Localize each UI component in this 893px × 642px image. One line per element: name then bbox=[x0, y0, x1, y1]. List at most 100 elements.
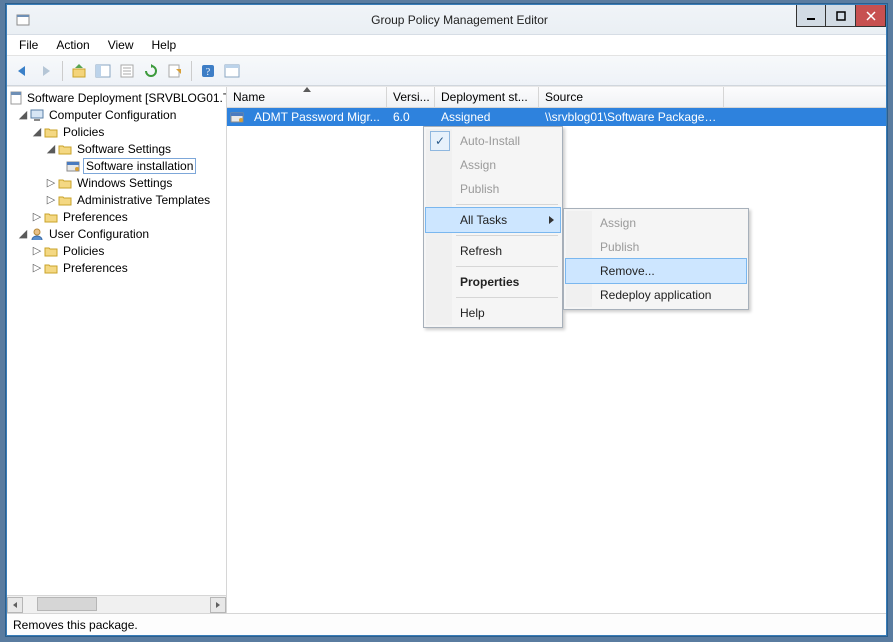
tree[interactable]: Software Deployment [SRVBLOG01.T ◢ Compu… bbox=[7, 87, 226, 595]
column-deployment[interactable]: Deployment st... bbox=[435, 87, 539, 107]
menu-file[interactable]: File bbox=[11, 36, 46, 54]
collapse-icon[interactable]: ◢ bbox=[31, 125, 43, 138]
cell-name: ADMT Password Migr... bbox=[248, 110, 387, 124]
folder-icon bbox=[57, 141, 73, 157]
check-icon: ✓ bbox=[430, 131, 450, 151]
tree-node-software-installation[interactable]: Software installation bbox=[7, 157, 226, 174]
menu-item-label: Auto-Install bbox=[460, 134, 520, 148]
menu-separator bbox=[456, 297, 558, 298]
menu-item-all-tasks[interactable]: All Tasks bbox=[426, 208, 560, 232]
scroll-track[interactable] bbox=[23, 597, 210, 613]
collapse-icon[interactable]: ◢ bbox=[17, 108, 29, 121]
menu-item-assign[interactable]: Assign bbox=[426, 153, 560, 177]
app-icon bbox=[13, 10, 33, 30]
scroll-right-button[interactable] bbox=[210, 597, 226, 613]
folder-icon bbox=[43, 243, 59, 259]
forward-button[interactable] bbox=[35, 60, 57, 82]
maximize-button[interactable] bbox=[826, 5, 856, 27]
scroll-thumb[interactable] bbox=[37, 597, 97, 611]
menu-item-label: Publish bbox=[600, 240, 639, 254]
window-title: Group Policy Management Editor bbox=[33, 13, 886, 27]
expand-icon[interactable]: ▷ bbox=[31, 261, 43, 274]
list-row[interactable]: ADMT Password Migr... 6.0 Assigned \\srv… bbox=[227, 108, 886, 126]
menu-item-help[interactable]: Help bbox=[426, 301, 560, 325]
document-icon bbox=[9, 90, 23, 106]
collapse-icon[interactable]: ◢ bbox=[17, 227, 29, 240]
folder-icon bbox=[43, 260, 59, 276]
tree-node-preferences[interactable]: ▷ Preferences bbox=[7, 208, 226, 225]
installer-icon bbox=[65, 158, 81, 174]
back-button[interactable] bbox=[11, 60, 33, 82]
column-label: Name bbox=[233, 90, 265, 104]
column-spacer bbox=[724, 87, 886, 107]
minimize-button[interactable] bbox=[796, 5, 826, 27]
folder-icon bbox=[57, 175, 73, 191]
toolbar: ? bbox=[7, 56, 886, 86]
list-body[interactable]: ADMT Password Migr... 6.0 Assigned \\srv… bbox=[227, 108, 886, 613]
tree-node-admin-templates[interactable]: ▷ Administrative Templates bbox=[7, 191, 226, 208]
submenu-arrow-icon bbox=[549, 216, 554, 224]
expand-icon[interactable]: ▷ bbox=[45, 176, 57, 189]
properties-button[interactable] bbox=[221, 60, 243, 82]
status-text: Removes this package. bbox=[13, 618, 138, 632]
tree-node-windows-settings[interactable]: ▷ Windows Settings bbox=[7, 174, 226, 191]
menu-item-remove[interactable]: Remove... bbox=[566, 259, 746, 283]
tree-horizontal-scrollbar[interactable] bbox=[7, 595, 226, 613]
menu-item-label: Assign bbox=[600, 216, 636, 230]
collapse-icon[interactable]: ◢ bbox=[45, 142, 57, 155]
tree-root[interactable]: Software Deployment [SRVBLOG01.T bbox=[7, 89, 226, 106]
folder-icon bbox=[43, 124, 59, 140]
close-button[interactable] bbox=[856, 5, 886, 27]
column-label: Deployment st... bbox=[441, 90, 528, 104]
menu-item-publish[interactable]: Publish bbox=[566, 235, 746, 259]
column-label: Source bbox=[545, 90, 583, 104]
titlebar: Group Policy Management Editor bbox=[7, 5, 886, 35]
menu-item-redeploy[interactable]: Redeploy application bbox=[566, 283, 746, 307]
export-button[interactable] bbox=[164, 60, 186, 82]
menu-item-label: Redeploy application bbox=[600, 288, 711, 302]
window-buttons bbox=[796, 5, 886, 27]
tree-label: Windows Settings bbox=[75, 176, 174, 190]
column-label: Versi... bbox=[393, 90, 430, 104]
menu-item-label: All Tasks bbox=[460, 213, 507, 227]
column-source[interactable]: Source bbox=[539, 87, 724, 107]
tree-node-preferences[interactable]: ▷ Preferences bbox=[7, 259, 226, 276]
tree-label: Software Deployment [SRVBLOG01.T bbox=[25, 91, 226, 105]
tree-label: Policies bbox=[61, 125, 106, 139]
menubar: File Action View Help bbox=[7, 35, 886, 56]
tree-node-software-settings[interactable]: ◢ Software Settings bbox=[7, 140, 226, 157]
tree-label: Preferences bbox=[61, 210, 130, 224]
svg-text:?: ? bbox=[206, 67, 211, 78]
refresh-button[interactable] bbox=[140, 60, 162, 82]
tree-node-policies[interactable]: ▷ Policies bbox=[7, 242, 226, 259]
menu-action[interactable]: Action bbox=[48, 36, 97, 54]
menu-item-auto-install[interactable]: ✓ Auto-Install bbox=[426, 129, 560, 153]
menu-help[interactable]: Help bbox=[144, 36, 185, 54]
tree-node-policies[interactable]: ◢ Policies bbox=[7, 123, 226, 140]
scroll-left-button[interactable] bbox=[7, 597, 23, 613]
up-button[interactable] bbox=[68, 60, 90, 82]
column-version[interactable]: Versi... bbox=[387, 87, 435, 107]
help-button[interactable]: ? bbox=[197, 60, 219, 82]
expand-icon[interactable]: ▷ bbox=[45, 193, 57, 206]
menu-item-publish[interactable]: Publish bbox=[426, 177, 560, 201]
show-hide-tree-button[interactable] bbox=[92, 60, 114, 82]
tree-node-computer-config[interactable]: ◢ Computer Configuration bbox=[7, 106, 226, 123]
app-window: Group Policy Management Editor File Acti… bbox=[6, 4, 887, 636]
computer-icon bbox=[29, 107, 45, 123]
list-header: Name Versi... Deployment st... Source bbox=[227, 87, 886, 108]
menu-separator bbox=[456, 204, 558, 205]
menu-item-assign[interactable]: Assign bbox=[566, 211, 746, 235]
tree-node-user-config[interactable]: ◢ User Configuration bbox=[7, 225, 226, 242]
delete-button[interactable] bbox=[116, 60, 138, 82]
menu-view[interactable]: View bbox=[100, 36, 142, 54]
content-area: Software Deployment [SRVBLOG01.T ◢ Compu… bbox=[7, 86, 886, 613]
menu-item-properties[interactable]: Properties bbox=[426, 270, 560, 294]
expand-icon[interactable]: ▷ bbox=[31, 210, 43, 223]
column-name[interactable]: Name bbox=[227, 87, 387, 107]
menu-item-refresh[interactable]: Refresh bbox=[426, 239, 560, 263]
menu-separator bbox=[456, 235, 558, 236]
expand-icon[interactable]: ▷ bbox=[31, 244, 43, 257]
tree-label: Software Settings bbox=[75, 142, 173, 156]
context-submenu-all-tasks: Assign Publish Remove... Redeploy applic… bbox=[563, 208, 749, 310]
